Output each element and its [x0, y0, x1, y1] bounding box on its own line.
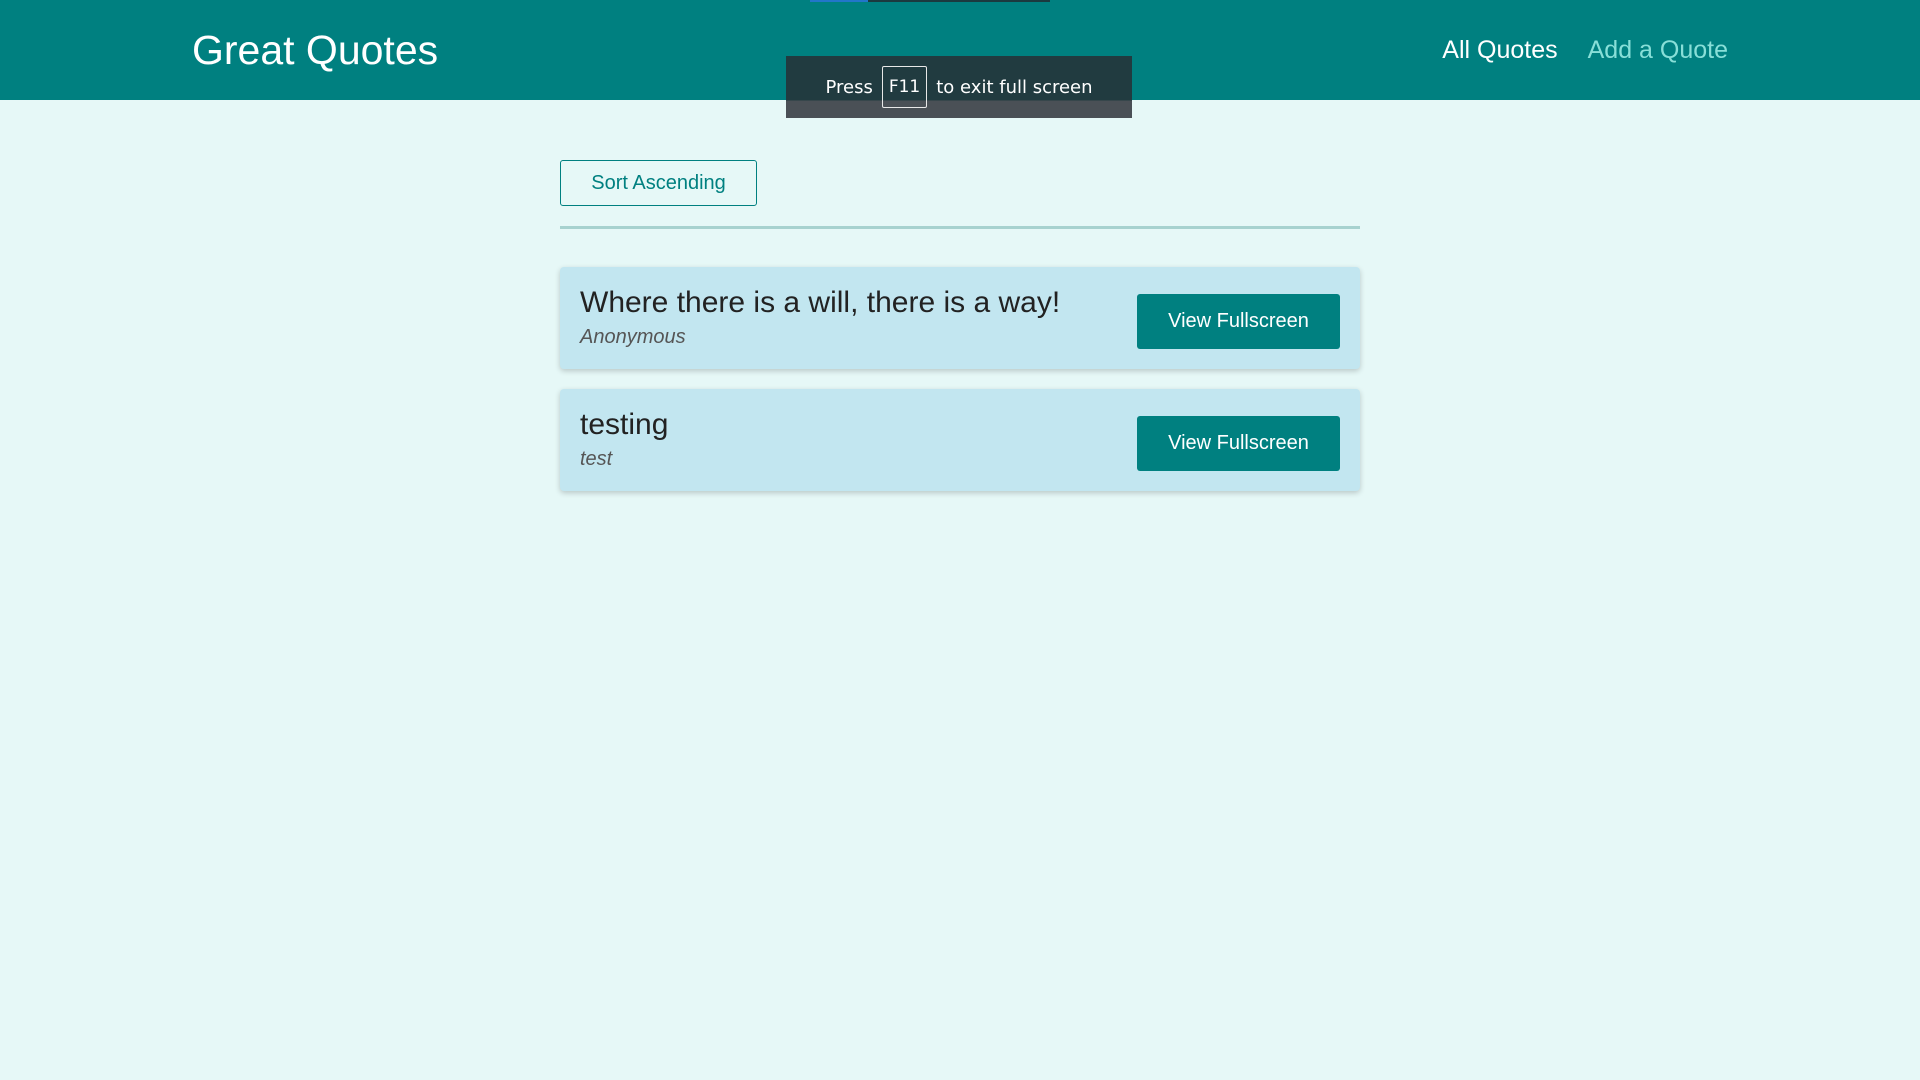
quote-text: Where there is a will, there is a way!: [580, 286, 1061, 319]
quotes-main: Sort Ascending Where there is a will, th…: [560, 160, 1360, 511]
quote-list: Where there is a will, there is a way! A…: [560, 267, 1360, 491]
main-nav: All Quotes Add a Quote: [1442, 34, 1728, 66]
app-logo[interactable]: Great Quotes: [192, 26, 438, 74]
quote-item: testing test View Fullscreen: [560, 389, 1360, 491]
quote-item: Where there is a will, there is a way! A…: [560, 267, 1360, 369]
fullscreen-notice-suffix: to exit full screen: [936, 76, 1093, 98]
sort-button[interactable]: Sort Ascending: [560, 160, 757, 206]
fullscreen-notice: Press F11 to exit full screen: [786, 56, 1132, 118]
browser-top-accent-highlight: [810, 0, 868, 2]
fullscreen-key-badge: F11: [881, 66, 928, 108]
browser-top-accent: [810, 0, 1050, 2]
quote-text: testing: [580, 408, 669, 441]
nav-link-add-quote[interactable]: Add a Quote: [1588, 34, 1728, 66]
quote-author: Anonymous: [580, 326, 686, 348]
view-fullscreen-button[interactable]: View Fullscreen: [1137, 294, 1340, 349]
view-fullscreen-button[interactable]: View Fullscreen: [1137, 416, 1340, 471]
fullscreen-notice-prefix: Press: [825, 76, 873, 98]
sort-divider: [560, 226, 1360, 229]
quote-author: test: [580, 448, 613, 470]
nav-link-all-quotes[interactable]: All Quotes: [1442, 34, 1557, 66]
